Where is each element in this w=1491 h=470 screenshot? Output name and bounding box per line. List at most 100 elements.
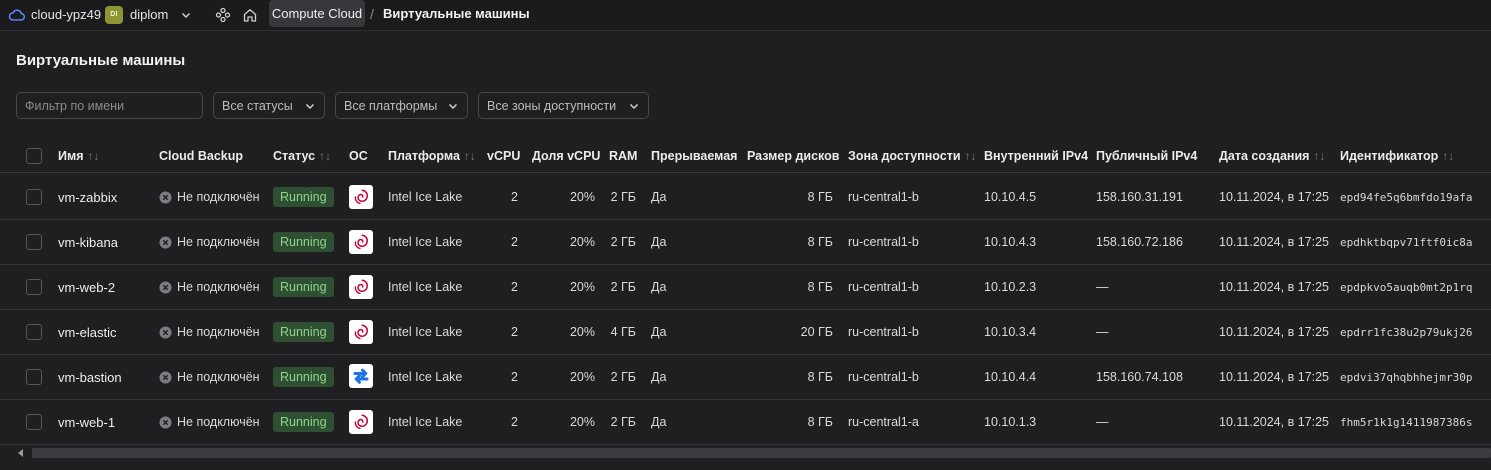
- column-header-ipv4-internal: Внутренний IPv4: [984, 140, 1088, 172]
- column-header-created[interactable]: Дата создания ↑↓: [1219, 140, 1325, 172]
- vm-name-cell[interactable]: vm-web-2: [58, 265, 115, 309]
- preemptible-cell: Да: [651, 280, 667, 294]
- breadcrumb-separator: /: [370, 5, 374, 22]
- sort-icon: ↑↓: [1313, 149, 1326, 163]
- folder-name: diplom: [130, 7, 169, 22]
- column-header-zone[interactable]: Зона доступности ↑↓: [848, 140, 977, 172]
- column-label: Имя: [58, 149, 84, 163]
- column-label: Публичный IPv4: [1096, 149, 1198, 163]
- disk-size-cell: 8 ГБ: [807, 280, 833, 294]
- column-header-platform[interactable]: Платформа ↑↓: [388, 140, 476, 172]
- select-all-checkbox[interactable]: [26, 148, 42, 164]
- ipv4-internal-cell: 10.10.4.3: [984, 235, 1037, 249]
- platform-filter-select[interactable]: Все платформы: [335, 92, 468, 119]
- ram-cell: 2 ГБ: [610, 280, 636, 294]
- platform-cell: Intel Ice Lake: [388, 370, 463, 384]
- backup-cell: Не подключён: [159, 310, 260, 354]
- backup-label: Не подключён: [177, 235, 260, 249]
- table-row[interactable]: Не подключён Running vm-web-2 Intel Ice Lak…: [0, 265, 1491, 310]
- preemptible-cell: Да: [651, 325, 667, 339]
- row-checkbox[interactable]: [26, 234, 42, 250]
- backup-label: Не подключён: [177, 190, 260, 204]
- vcpu-cell: 2: [511, 280, 518, 294]
- vm-name-cell[interactable]: vm-kibana: [58, 220, 118, 264]
- ipv4-public-cell: —: [1096, 280, 1109, 294]
- table-row[interactable]: Не подключён Running vm-web-1 Intel Ice Lak…: [0, 400, 1491, 445]
- ipv4-public-cell: 158.160.31.191: [1096, 190, 1183, 204]
- os-cell: [349, 265, 373, 309]
- vcpu-share-cell: 20%: [569, 415, 595, 429]
- column-label: Прерываемая: [651, 149, 738, 163]
- cloud-name: cloud-ypz49: [31, 7, 102, 22]
- column-header-status[interactable]: Статус ↑↓: [273, 140, 331, 172]
- column-label: RAM: [609, 149, 638, 163]
- row-checkbox[interactable]: [26, 279, 42, 295]
- services-button[interactable]: [215, 0, 231, 29]
- folder-switcher[interactable]: DI diplom: [105, 0, 192, 29]
- vm-name-cell[interactable]: vm-bastion: [58, 355, 122, 399]
- column-header-ipv4-public: Публичный IPv4: [1096, 140, 1197, 172]
- table-row[interactable]: Не подключён Running vm-zabbix Intel Ice La…: [0, 175, 1491, 220]
- created-cell: 10.11.2024, в 17:25: [1219, 235, 1329, 249]
- status-badge: Running: [273, 322, 334, 342]
- zone-cell: ru-central1-b: [848, 370, 919, 384]
- row-checkbox[interactable]: [26, 189, 42, 205]
- os-cell: [349, 220, 373, 264]
- row-checkbox[interactable]: [26, 369, 42, 385]
- debian-icon: [349, 230, 373, 254]
- vcpu-share-cell: 20%: [569, 280, 595, 294]
- name-filter-placeholder: Фильтр по имени: [25, 98, 125, 113]
- status-filter-select[interactable]: Все статусы: [213, 92, 325, 119]
- preemptible-cell: Да: [651, 370, 667, 384]
- column-header-name[interactable]: Имя ↑↓: [58, 140, 100, 172]
- cloud-switcher[interactable]: cloud-ypz49: [8, 0, 101, 29]
- scrollbar-thumb[interactable]: [32, 448, 1491, 458]
- debian-icon: [349, 185, 373, 209]
- status-cell: Running: [273, 265, 334, 309]
- home-icon: [243, 8, 257, 22]
- platform-cell: Intel Ice Lake: [388, 325, 463, 339]
- ram-cell: 4 ГБ: [610, 325, 636, 339]
- zone-filter-value: Все зоны доступности: [487, 98, 617, 113]
- vcpu-cell: 2: [511, 415, 518, 429]
- column-header-id[interactable]: Идентификатор ↑↓: [1340, 140, 1454, 172]
- close-circle-icon: [159, 235, 172, 249]
- scroll-left-arrow-icon[interactable]: [18, 449, 23, 457]
- chevron-down-icon: [448, 103, 458, 110]
- disk-size-cell: 8 ГБ: [807, 370, 833, 384]
- created-cell: 10.11.2024, в 17:25: [1219, 370, 1329, 384]
- vm-name-cell[interactable]: vm-web-1: [58, 400, 115, 444]
- backup-label: Не подключён: [177, 415, 260, 429]
- sort-icon: ↑↓: [1442, 149, 1455, 163]
- column-label: Cloud Backup: [159, 149, 244, 163]
- vm-name-cell[interactable]: vm-elastic: [58, 310, 117, 354]
- vm-name-cell[interactable]: vm-zabbix: [58, 175, 117, 219]
- row-checkbox[interactable]: [26, 324, 42, 340]
- status-cell: Running: [273, 355, 334, 399]
- name-filter-input[interactable]: Фильтр по имени: [16, 92, 203, 119]
- breadcrumb-compute-cloud[interactable]: Compute Cloud: [269, 0, 365, 27]
- table-row[interactable]: Не подключён Running vm-kibana Intel Ice La…: [0, 220, 1491, 265]
- vcpu-cell: 2: [511, 325, 518, 339]
- backup-cell: Не подключён: [159, 265, 260, 309]
- horizontal-scrollbar[interactable]: [18, 446, 1491, 459]
- table-row[interactable]: Не подключён Running vm-elastic Intel Ice L…: [0, 310, 1491, 355]
- sort-icon: ↑↓: [87, 149, 100, 163]
- home-button[interactable]: [242, 0, 258, 29]
- table-row[interactable]: Не подключён Running vm-bastion Intel Ice L…: [0, 355, 1491, 400]
- status-cell: Running: [273, 220, 334, 264]
- status-cell: Running: [273, 400, 334, 444]
- close-circle-icon: [159, 190, 172, 204]
- created-cell: 10.11.2024, в 17:25: [1219, 415, 1329, 429]
- zone-cell: ru-central1-b: [848, 325, 919, 339]
- zone-cell: ru-central1-b: [848, 280, 919, 294]
- sort-icon: ↑↓: [463, 149, 476, 163]
- sort-icon: ↑↓: [319, 149, 332, 163]
- status-cell: Running: [273, 175, 334, 219]
- backup-cell: Не подключён: [159, 355, 260, 399]
- preemptible-cell: Да: [651, 235, 667, 249]
- row-checkbox[interactable]: [26, 414, 42, 430]
- zone-filter-select[interactable]: Все зоны доступности: [478, 92, 649, 119]
- created-cell: 10.11.2024, в 17:25: [1219, 325, 1329, 339]
- created-cell: 10.11.2024, в 17:25: [1219, 280, 1329, 294]
